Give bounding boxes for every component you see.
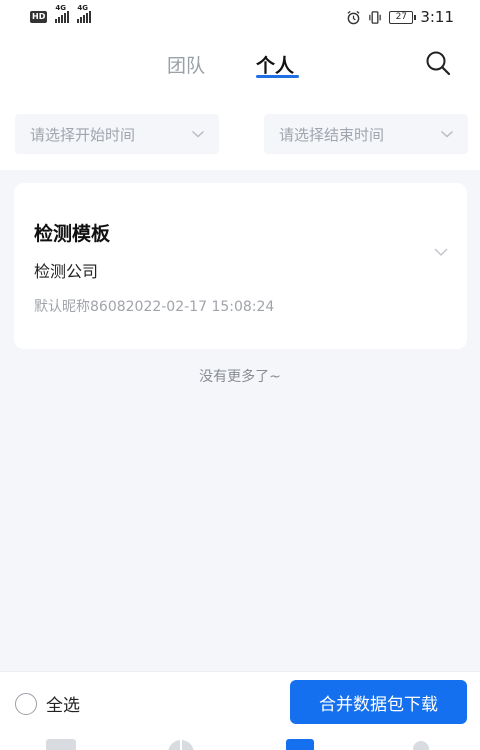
network-type-label: 4G (77, 4, 88, 12)
status-right: 27 3:11 (346, 8, 454, 26)
record-company: 检测公司 (34, 262, 99, 281)
tabbar-profile-icon[interactable] (406, 739, 436, 750)
clock-time: 3:11 (420, 8, 454, 26)
select-all-radio[interactable] (15, 692, 37, 715)
vibrate-icon (369, 10, 382, 24)
search-icon[interactable] (424, 49, 452, 77)
chevron-down-icon[interactable] (433, 244, 449, 260)
chevron-down-icon (191, 130, 205, 138)
hd-badge: HD (30, 11, 48, 23)
end-time-picker[interactable]: 请选择结束时间 (264, 114, 468, 154)
date-filter-bar: 请选择开始时间 请选择结束时间 (0, 98, 480, 170)
top-nav: 团队 个人 (0, 34, 480, 98)
signal-icon: 4G (55, 4, 70, 23)
alarm-icon (347, 10, 360, 24)
select-all-control[interactable]: 全选 (15, 691, 80, 716)
tabbar-data-icon[interactable] (286, 739, 314, 750)
bottom-action-bar: 全选 合并数据包下载 (0, 671, 480, 750)
tabbar-home-icon[interactable] (46, 739, 76, 750)
status-bar: HD 4G 4G 27 3:11 (0, 0, 480, 34)
record-card[interactable]: 检测模板 检测公司 默认昵称86082022-02-17 15:08:24 (14, 183, 467, 349)
chevron-down-icon (440, 130, 454, 138)
tab-team[interactable]: 团队 (167, 51, 205, 78)
active-tab-indicator (256, 75, 299, 78)
signal-icon: 4G (77, 4, 92, 23)
tabbar-chart-icon[interactable] (166, 739, 196, 750)
battery-icon: 27 (389, 10, 417, 24)
tab-personal[interactable]: 个人 (256, 51, 294, 78)
end-time-placeholder: 请选择结束时间 (279, 125, 385, 144)
record-title: 检测模板 (34, 223, 111, 245)
network-type-label: 4G (55, 4, 66, 12)
record-meta: 默认昵称86082022-02-17 15:08:24 (34, 299, 275, 315)
status-left: HD 4G 4G (30, 4, 92, 23)
start-time-picker[interactable]: 请选择开始时间 (15, 114, 219, 154)
start-time-placeholder: 请选择开始时间 (30, 125, 136, 144)
list-end-text: 没有更多了~ (199, 369, 281, 385)
merge-download-button[interactable]: 合并数据包下载 (290, 680, 467, 724)
select-all-label: 全选 (46, 696, 80, 716)
